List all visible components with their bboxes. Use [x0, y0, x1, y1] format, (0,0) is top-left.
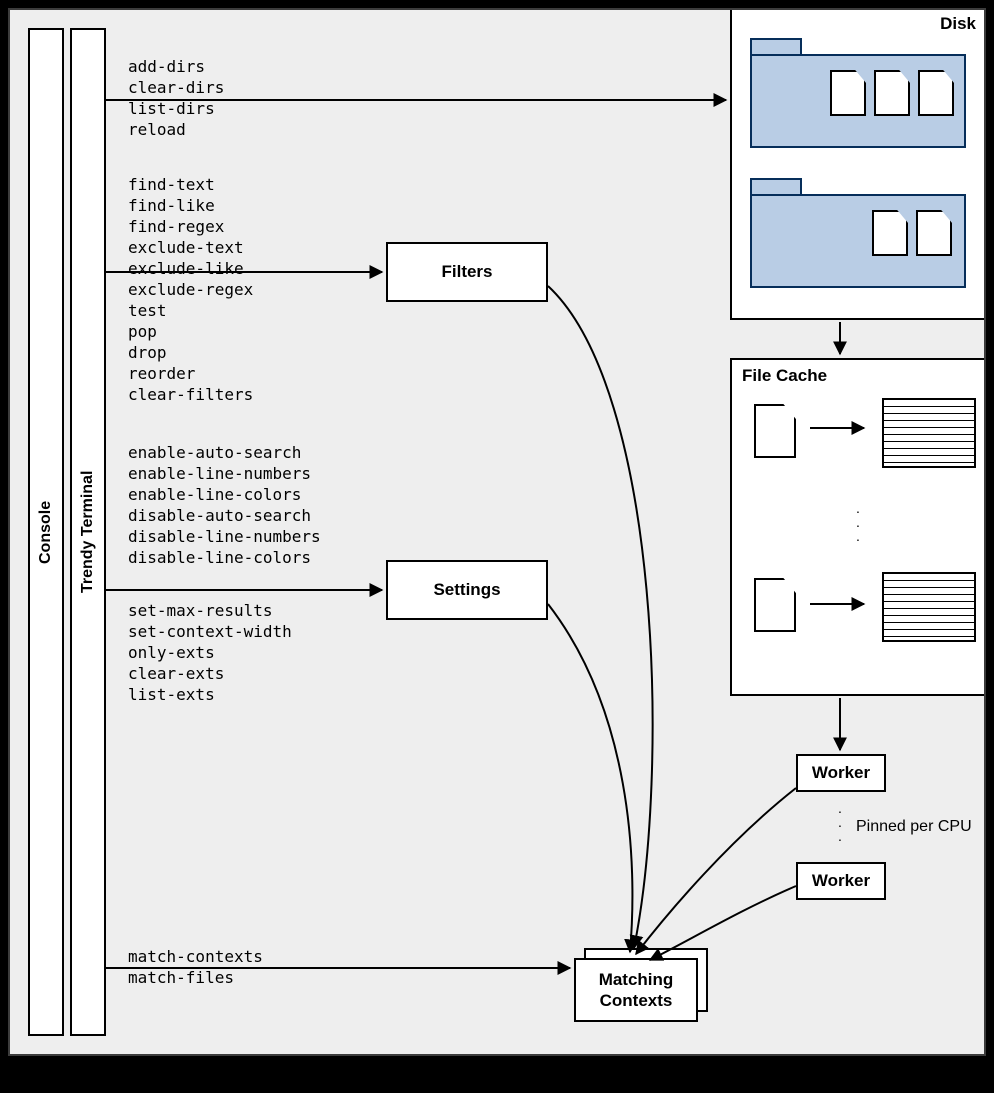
- matching-contexts-label: Matching Contexts: [599, 969, 674, 1012]
- disk-box: Disk: [730, 10, 984, 320]
- worker-box-2: Worker: [796, 862, 886, 900]
- cache-sheet-icon: [882, 398, 976, 468]
- ellipsis-icon: · · ·: [834, 804, 846, 846]
- settings-label: Settings: [433, 579, 500, 600]
- file-icon: [916, 210, 952, 256]
- trendy-terminal-label: Trendy Terminal: [79, 471, 97, 593]
- ellipsis-icon: · · ·: [852, 504, 864, 546]
- diagram-canvas: Console Trendy Terminal add-dirs clear-d…: [10, 10, 984, 1054]
- cache-sheet-icon: [882, 572, 976, 642]
- matching-contexts-box: Matching Contexts: [574, 958, 698, 1022]
- worker-label: Worker: [812, 762, 870, 783]
- console-label: Console: [37, 500, 55, 563]
- filters-label: Filters: [441, 261, 492, 282]
- trendy-terminal-box: Trendy Terminal: [70, 28, 106, 1036]
- console-box: Console: [28, 28, 64, 1036]
- settings-box: Settings: [386, 560, 548, 620]
- disk-title: Disk: [940, 14, 976, 34]
- match-commands: match-contexts match-files: [128, 946, 263, 988]
- file-icon: [872, 210, 908, 256]
- filters-box: Filters: [386, 242, 548, 302]
- file-icon: [830, 70, 866, 116]
- file-icon: [754, 578, 796, 632]
- settings-commands-bottom: set-max-results set-context-width only-e…: [128, 600, 292, 705]
- worker-label: Worker: [812, 870, 870, 891]
- file-icon: [874, 70, 910, 116]
- file-icon: [918, 70, 954, 116]
- file-cache-title: File Cache: [742, 366, 827, 386]
- filter-commands: find-text find-like find-regex exclude-t…: [128, 174, 253, 405]
- folder-icon: [750, 54, 966, 148]
- disk-commands: add-dirs clear-dirs list-dirs reload: [128, 56, 224, 140]
- pinned-annotation: Pinned per CPU: [856, 818, 972, 836]
- worker-box-1: Worker: [796, 754, 886, 792]
- file-icon: [754, 404, 796, 458]
- folder-icon: [750, 194, 966, 288]
- file-cache-box: File Cache · · ·: [730, 358, 984, 696]
- settings-commands-top: enable-auto-search enable-line-numbers e…: [128, 442, 321, 568]
